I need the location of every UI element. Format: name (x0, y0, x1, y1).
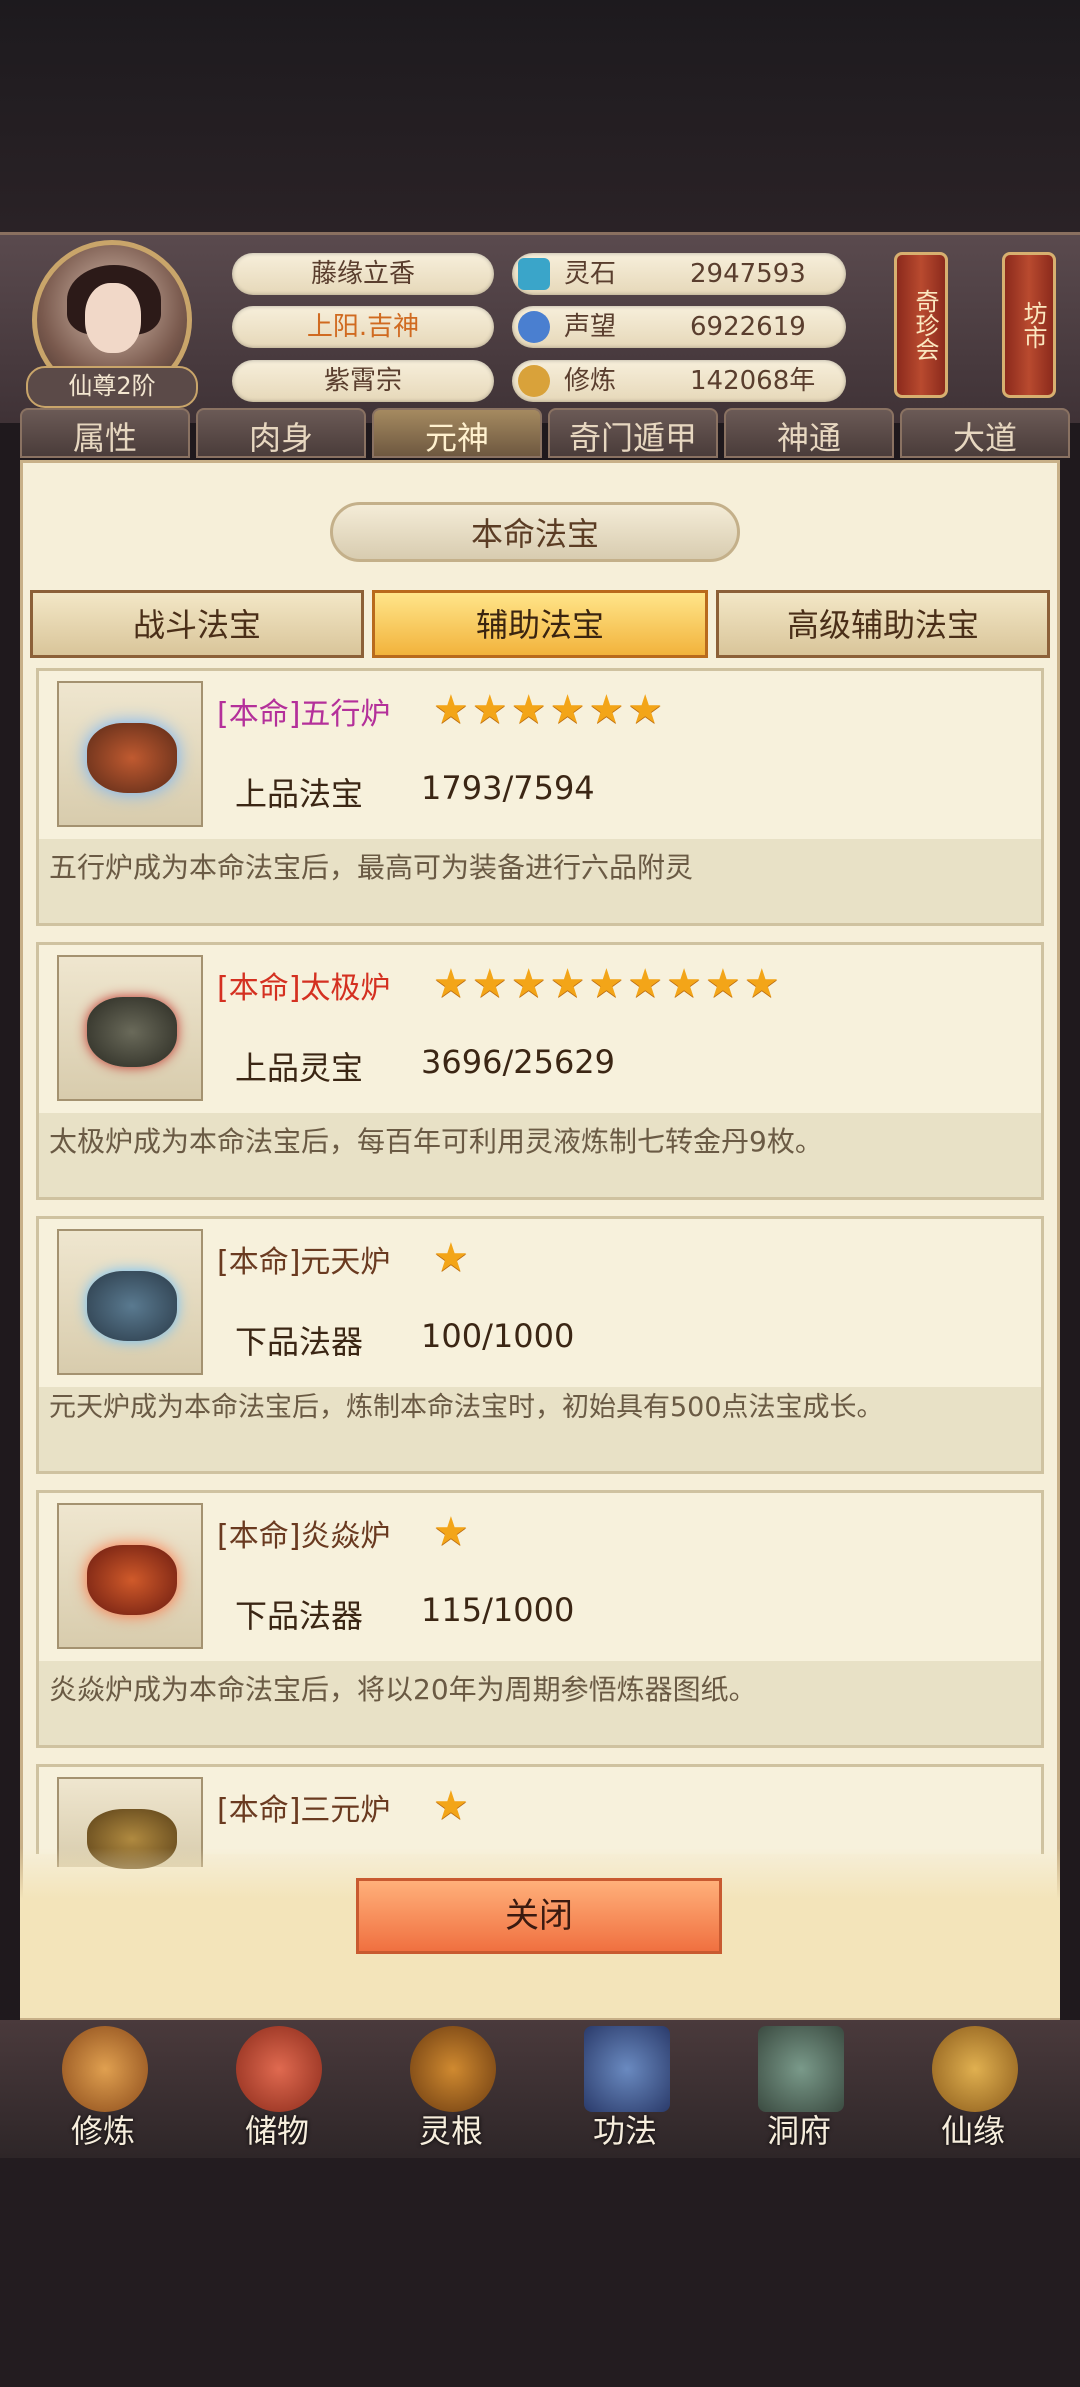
item-description: 炎焱炉成为本命法宝后，将以20年为周期参悟炼器图纸。 (39, 1661, 1041, 1745)
cultivate-icon (62, 2026, 148, 2112)
bag-icon (236, 2026, 322, 2112)
nav-storage[interactable]: 储物 (202, 2020, 352, 2158)
item-description: 元天炉成为本命法宝后，炼制本命法宝时，初始具有500点法宝成长。 (39, 1387, 1041, 1471)
spirit-stone-icon (518, 258, 550, 290)
item-progress: 3696/25629 (421, 1043, 616, 1081)
panel-title: 本命法宝 (330, 502, 740, 562)
yanyan-furnace-icon (57, 1503, 203, 1649)
item-progress: 115/1000 (421, 1591, 575, 1629)
resource-spirit-stone: 灵石 2947593 (512, 253, 846, 295)
star-rating: ★★★★★★★★★ (433, 961, 783, 1007)
item-name: [本命]炎焱炉 (217, 1519, 391, 1554)
subtab-support-treasure[interactable]: 辅助法宝 (372, 590, 708, 658)
player-title: 上阳.吉神 (232, 306, 494, 348)
list-item[interactable]: [本命]三元炉 ★ (36, 1764, 1044, 1869)
item-description: 太极炉成为本命法宝后，每百年可利用灵液炼制七转金丹9枚。 (39, 1113, 1041, 1197)
resource-prestige: 声望 6922619 (512, 306, 846, 348)
nav-fate[interactable]: 仙缘 (898, 2020, 1048, 2158)
nav-cave-dwelling[interactable]: 洞府 (724, 2020, 874, 2158)
player-name: 藤缘立香 (232, 253, 494, 295)
spirit-root-icon (410, 2026, 496, 2112)
nav-cultivate[interactable]: 修炼 (28, 2020, 178, 2158)
top-background (0, 0, 1080, 232)
item-name: [本命]太极炉 (217, 971, 391, 1006)
tab-qimen[interactable]: 奇门遁甲 (548, 408, 718, 458)
close-button[interactable]: 关闭 (356, 1878, 722, 1954)
star-rating: ★ (433, 1235, 472, 1281)
subtab-advanced-support-treasure[interactable]: 高级辅助法宝 (716, 590, 1050, 658)
item-grade: 上品灵宝 (235, 1049, 364, 1087)
subtab-combat-treasure[interactable]: 战斗法宝 (30, 590, 364, 658)
wuxing-furnace-icon (57, 681, 203, 827)
bottom-background (0, 2158, 1080, 2387)
list-item[interactable]: [本命]太极炉 ★★★★★★★★★ 上品灵宝 3696/25629 太极炉成为本… (36, 942, 1044, 1200)
tab-attributes[interactable]: 属性 (20, 408, 190, 458)
item-name: [本命]三元炉 (217, 1793, 391, 1828)
rank-badge: 仙尊2阶 (26, 366, 198, 408)
top-tab-bar: 属性 肉身 元神 奇门遁甲 神通 大道 (12, 408, 1072, 458)
taiji-furnace-icon (57, 955, 203, 1101)
player-sect: 紫霄宗 (232, 360, 494, 402)
fate-icon (932, 2026, 1018, 2112)
list-item[interactable]: [本命]五行炉 ★★★★★★ 上品法宝 1793/7594 五行炉成为本命法宝后… (36, 668, 1044, 926)
item-progress: 100/1000 (421, 1317, 575, 1355)
item-name: [本命]元天炉 (217, 1245, 391, 1280)
treasure-auction-button[interactable]: 奇珍会 (894, 252, 948, 398)
nav-techniques[interactable]: 功法 (550, 2020, 700, 2158)
item-progress: 1793/7594 (421, 769, 595, 807)
market-button[interactable]: 坊市 (1002, 252, 1056, 398)
bottom-nav: 修炼 储物 灵根 功法 洞府 仙缘 (0, 2020, 1080, 2158)
tab-soul[interactable]: 元神 (372, 408, 542, 458)
resource-cultivation: 修炼 142068年 (512, 360, 846, 402)
star-rating: ★★★★★★ (433, 687, 667, 733)
item-description: 五行炉成为本命法宝后，最高可为装备进行六品附灵 (39, 839, 1041, 923)
tab-body[interactable]: 肉身 (196, 408, 366, 458)
star-rating: ★ (433, 1509, 472, 1555)
tab-divine-power[interactable]: 神通 (724, 408, 894, 458)
yuantian-furnace-icon (57, 1229, 203, 1375)
list-item[interactable]: [本命]炎焱炉 ★ 下品法器 115/1000 炎焱炉成为本命法宝后，将以20年… (36, 1490, 1044, 1748)
item-grade: 上品法宝 (235, 775, 364, 813)
book-icon (584, 2026, 670, 2112)
pavilion-icon (758, 2026, 844, 2112)
prestige-icon (518, 311, 550, 343)
tab-dao[interactable]: 大道 (900, 408, 1070, 458)
item-grade: 下品法器 (235, 1597, 364, 1635)
nav-spirit-root[interactable]: 灵根 (376, 2020, 526, 2158)
cultivation-icon (518, 365, 550, 397)
star-rating: ★ (433, 1783, 472, 1829)
item-name: [本命]五行炉 (217, 697, 391, 732)
list-item[interactable]: [本命]元天炉 ★ 下品法器 100/1000 元天炉成为本命法宝后，炼制本命法… (36, 1216, 1044, 1474)
item-grade: 下品法器 (235, 1323, 364, 1361)
